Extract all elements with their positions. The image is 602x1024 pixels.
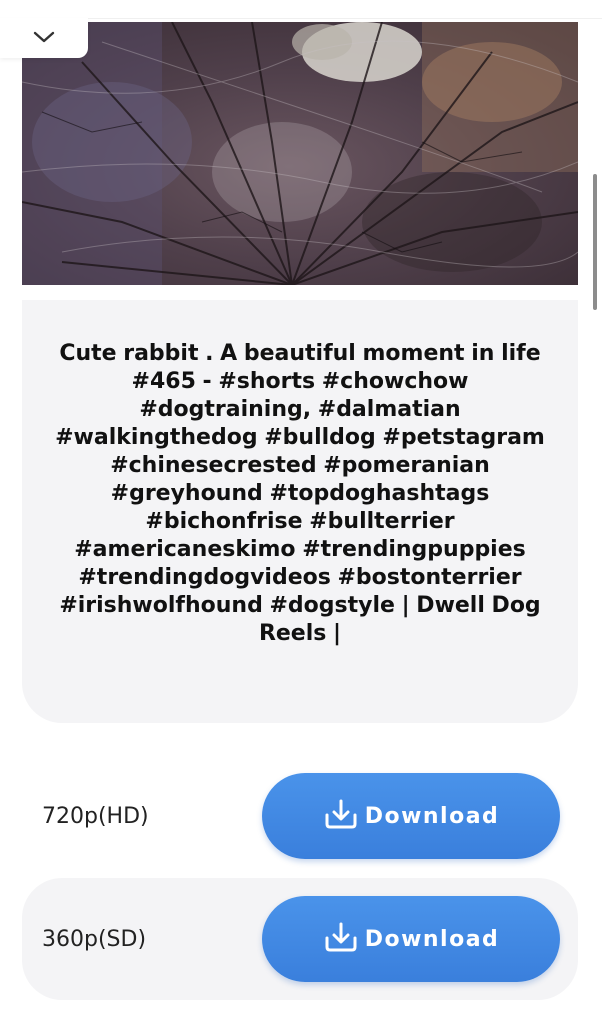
quality-label: 720p(HD) [42, 803, 149, 829]
download-button-label: Download [364, 803, 500, 829]
video-thumbnail[interactable] [22, 22, 578, 285]
download-icon [323, 798, 359, 834]
top-bar [0, 0, 602, 19]
download-button-360p[interactable]: Download [262, 896, 560, 982]
quality-label: 360p(SD) [42, 926, 147, 952]
download-row-720p: 720p(HD) Download [22, 755, 578, 877]
download-icon [323, 921, 359, 957]
page: Cute rabbit . A beautiful moment in life… [0, 0, 602, 1024]
chevron-down-icon [33, 29, 55, 48]
video-title: Cute rabbit . A beautiful moment in life… [55, 341, 545, 646]
collapse-button[interactable] [0, 18, 88, 58]
wood-texture-image [22, 22, 578, 285]
download-button-720p[interactable]: Download [262, 773, 560, 859]
download-row-360p: 360p(SD) Download [22, 878, 578, 1000]
scrollbar[interactable] [593, 174, 597, 310]
download-button-label: Download [364, 926, 500, 952]
